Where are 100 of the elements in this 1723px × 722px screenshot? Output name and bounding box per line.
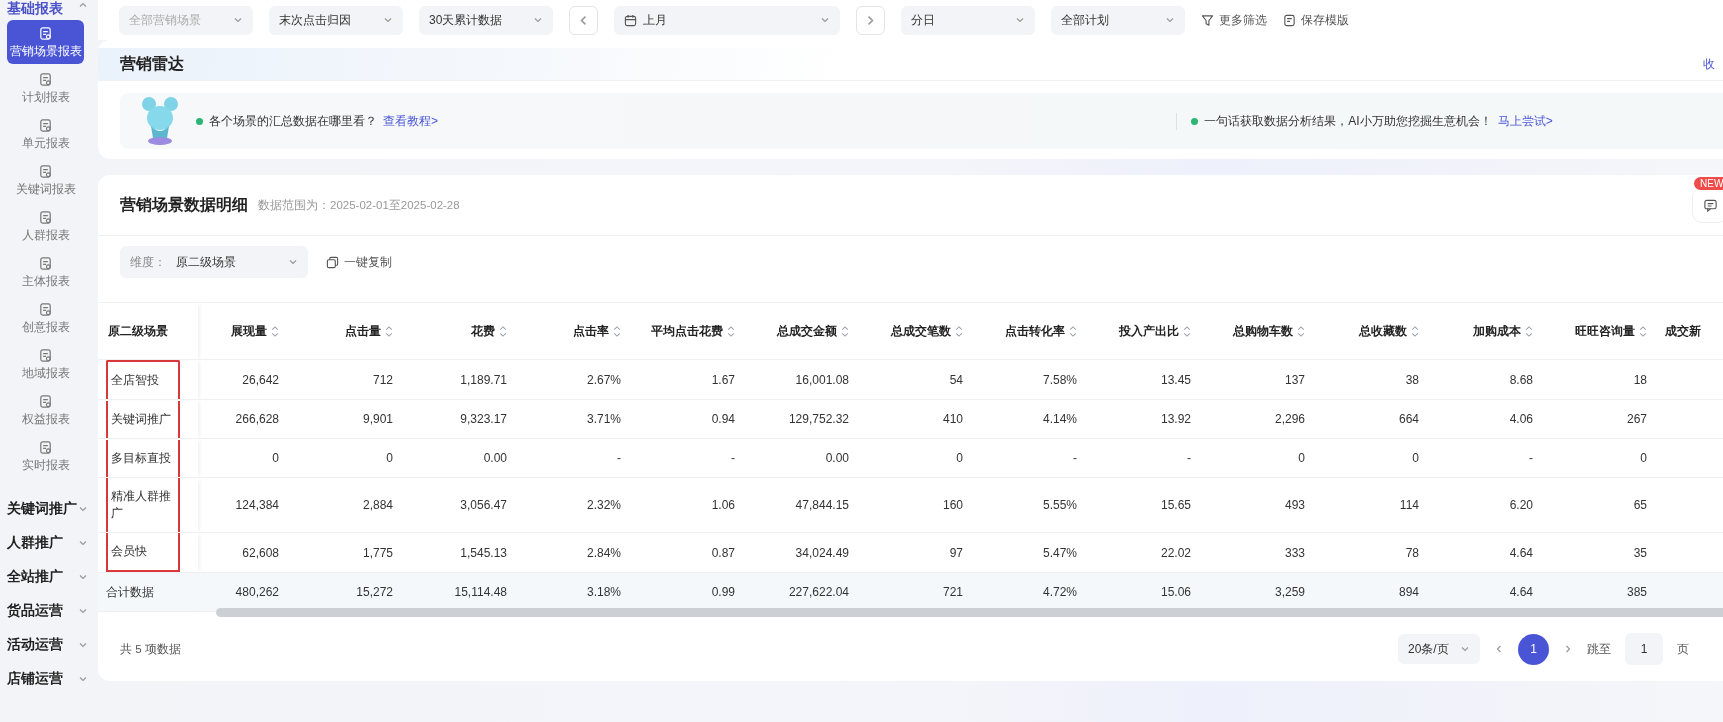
sort-icon[interactable] — [499, 324, 507, 338]
sort-icon[interactable] — [727, 324, 735, 338]
document-icon — [1283, 13, 1296, 27]
sort-icon[interactable] — [1069, 324, 1077, 338]
sort-icon[interactable] — [1639, 324, 1647, 338]
copy-button[interactable]: 一键复制 — [326, 253, 392, 271]
section-title: 营销场景数据明细 — [120, 194, 248, 215]
table-cell: 0.00 — [405, 438, 519, 478]
previous-button[interactable] — [569, 5, 598, 35]
sort-icon[interactable] — [385, 324, 393, 338]
table-cell: 1,189.71 — [405, 359, 519, 400]
sidebar-item[interactable]: 人群报表 — [7, 204, 84, 248]
dropdown[interactable]: 30天累计数据 — [419, 5, 553, 35]
column-header[interactable]: 总成交金额 — [777, 322, 849, 340]
table-cell: 7.58% — [975, 359, 1089, 400]
tip-link[interactable]: 查看教程> — [383, 112, 438, 130]
tip-link[interactable]: 马上尝试> — [1497, 112, 1553, 130]
sidebar-group[interactable]: 全站推广 — [0, 560, 96, 594]
column-header[interactable]: 平均点击花费 — [651, 322, 735, 340]
table-cell: 65 — [1545, 477, 1659, 533]
report-icon — [38, 71, 53, 87]
column-header[interactable]: 旺旺咨询量 — [1575, 322, 1647, 340]
report-icon — [38, 347, 53, 363]
sidebar-item[interactable]: 单元报表 — [7, 112, 84, 156]
sidebar-item[interactable]: 营销场景报表 — [7, 20, 84, 64]
sidebar-item[interactable]: 地域报表 — [7, 342, 84, 386]
table-cell: 1,545.13 — [405, 532, 519, 573]
column-header[interactable]: 总购物车数 — [1233, 322, 1305, 340]
dimension-dropdown[interactable]: 维度： 原二级场景 — [120, 246, 308, 278]
sort-icon[interactable] — [1411, 324, 1419, 338]
previous-page-button[interactable] — [1494, 644, 1504, 654]
page-button[interactable]: 1 — [1518, 633, 1549, 665]
dropdown[interactable]: 全部计划 — [1051, 5, 1185, 35]
sidebar-item[interactable]: 计划报表 — [7, 66, 84, 110]
table-cell: 0.00 — [747, 438, 861, 478]
column-header[interactable]: 总收藏数 — [1359, 322, 1419, 340]
status-dot — [196, 117, 203, 125]
table-cell: 114 — [1317, 477, 1431, 533]
table-cell: 2.32% — [519, 477, 633, 533]
table-cell: 0.87 — [633, 532, 747, 573]
report-icon — [38, 163, 53, 179]
save-template-button[interactable]: 保存模版 — [1283, 11, 1349, 29]
table-cell: 267 — [1545, 399, 1659, 439]
page-size-dropdown[interactable]: 20条/页 — [1398, 634, 1480, 664]
table-cell: 712 — [291, 359, 405, 400]
scrollbar[interactable] — [216, 608, 1723, 617]
sidebar-group[interactable]: 基础报表 — [0, 0, 96, 14]
table-cell: 16,001.08 — [747, 359, 861, 400]
table-cell: - — [519, 438, 633, 478]
sort-icon[interactable] — [1297, 324, 1305, 338]
tip-text: 各个场景的汇总数据在哪里看？ — [209, 112, 377, 130]
page-input[interactable]: 1 — [1625, 633, 1663, 665]
column-header[interactable]: 投入产出比 — [1119, 322, 1191, 340]
column-header[interactable]: 点击转化率 — [1005, 322, 1077, 340]
sort-icon[interactable] — [1183, 324, 1191, 338]
sort-icon[interactable] — [955, 324, 963, 338]
more-filters-button[interactable]: 更多筛选 — [1201, 11, 1267, 29]
sidebar-group[interactable]: 货品运营 — [0, 594, 96, 628]
sort-icon[interactable] — [1525, 324, 1533, 338]
column-header[interactable]: 点击量 — [345, 322, 393, 340]
sidebar-group[interactable]: 关键词推广 — [0, 492, 96, 526]
next-page-button[interactable] — [1563, 644, 1573, 654]
table-cell: 合计数据 — [98, 572, 198, 612]
sidebar-item[interactable]: 关键词报表 — [7, 158, 84, 202]
collapse-link[interactable]: 收 — [1703, 55, 1715, 73]
table-cell: 关键词推广 — [106, 400, 180, 438]
sidebar-item[interactable]: 实时报表 — [7, 434, 84, 478]
table-cell: 全店智投 — [106, 360, 180, 399]
table-cell: 47,844.15 — [747, 477, 861, 533]
sidebar-group[interactable]: 人群推广 — [0, 526, 96, 560]
chevron-icon — [1165, 15, 1175, 25]
chevron-icon — [78, 504, 88, 514]
sidebar-group[interactable]: 店铺运营 — [0, 662, 96, 696]
table-cell: 1,775 — [291, 532, 405, 573]
chevron-icon — [1494, 644, 1504, 654]
sidebar-group[interactable]: 活动运营 — [0, 628, 96, 662]
date-picker[interactable]: 上月 — [614, 5, 840, 35]
sort-icon[interactable] — [841, 324, 849, 338]
chevron-icon — [78, 674, 88, 684]
report-icon — [38, 393, 53, 409]
column-header[interactable]: 总成交笔数 — [891, 322, 963, 340]
sidebar-item[interactable]: 主体报表 — [7, 250, 84, 294]
sort-icon[interactable] — [613, 324, 621, 338]
section-title: 营销雷达 — [120, 53, 184, 74]
sort-icon[interactable] — [271, 324, 279, 338]
sidebar-item[interactable]: 创意报表 — [7, 296, 84, 340]
table-cell: 精准人群推广 — [106, 478, 180, 532]
dropdown[interactable]: 末次点击归因 — [269, 5, 403, 35]
chevron-icon — [383, 15, 393, 25]
chat-button[interactable] — [1692, 187, 1723, 223]
column-header[interactable]: 展现量 — [231, 322, 279, 340]
dropdown[interactable]: 分日 — [901, 5, 1035, 35]
column-header[interactable]: 加购成本 — [1473, 322, 1533, 340]
column-header[interactable]: 花费 — [471, 322, 507, 340]
sidebar-item[interactable]: 权益报表 — [7, 388, 84, 432]
column-header[interactable]: 点击率 — [573, 322, 621, 340]
chevron-icon — [78, 640, 88, 650]
next-button[interactable] — [856, 5, 885, 35]
chevron-icon — [78, 538, 88, 548]
table-cell: 0 — [861, 438, 975, 478]
